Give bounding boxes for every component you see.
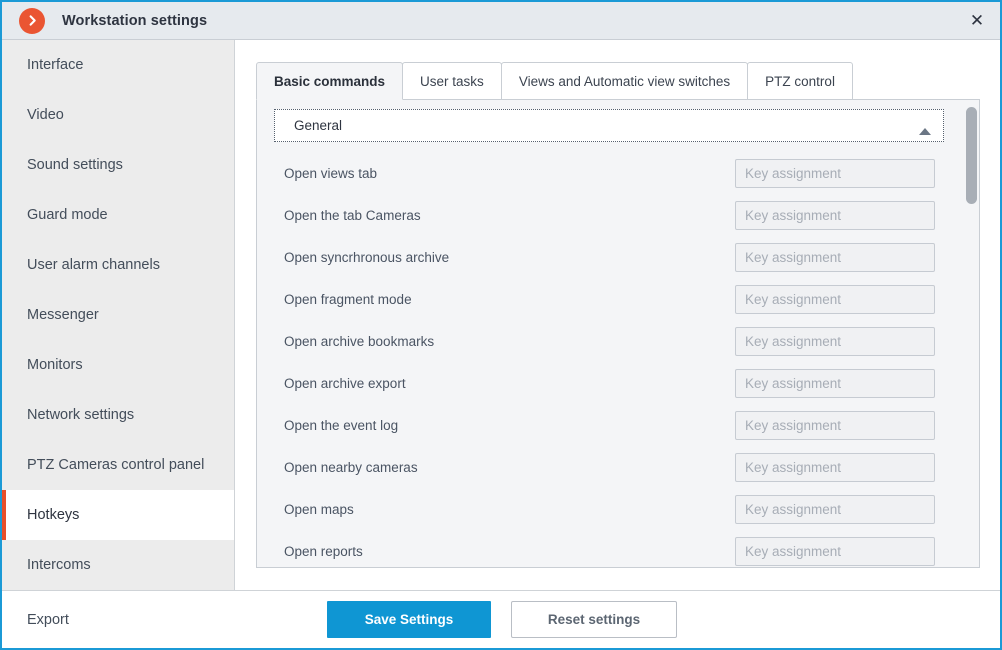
key-assignment-input[interactable] (735, 326, 935, 356)
hotkeys-content: Basic commands User tasks Views and Auto… (236, 40, 1000, 590)
vertical-scrollbar[interactable] (966, 102, 977, 565)
commands-panel: General Open views tab Open the tab Camer… (256, 99, 980, 568)
tab-basic-commands[interactable]: Basic commands (256, 62, 404, 100)
sidebar-item-video[interactable]: Video (2, 90, 234, 140)
sidebar-item-network-settings[interactable]: Network settings (2, 390, 234, 440)
sidebar-item-interface[interactable]: Interface (2, 40, 234, 90)
sidebar-item-label: Sound settings (27, 157, 123, 173)
sidebar-item-monitors[interactable]: Monitors (2, 340, 234, 390)
tab-label: Basic commands (274, 73, 386, 89)
footer-buttons: Save Settings Reset settings (327, 601, 677, 638)
sidebar-item-export[interactable]: Export (2, 591, 235, 648)
command-label: Open syncrhronous archive (284, 249, 450, 265)
group-title: General (294, 118, 343, 133)
sidebar-item-messenger[interactable]: Messenger (2, 290, 234, 340)
tab-views-and-automatic-view-switches[interactable]: Views and Automatic view switches (500, 62, 749, 100)
command-row: Open archive bookmarks (257, 326, 957, 356)
chevron-right-circle-icon (19, 7, 45, 34)
sidebar-item-label: Guard mode (27, 207, 108, 223)
footer-bar: Export Save Settings Reset settings (2, 590, 1000, 648)
command-row: Open reports (257, 536, 957, 566)
triangle-up-icon (919, 128, 931, 135)
sidebar-item-label: Export (27, 611, 69, 628)
command-row: Open nearby cameras (257, 452, 957, 482)
sidebar-item-sound-settings[interactable]: Sound settings (2, 140, 234, 190)
sidebar-item-label: Video (27, 107, 64, 123)
key-assignment-input[interactable] (735, 536, 935, 566)
sidebar-item-intercoms[interactable]: Intercoms (2, 540, 234, 590)
key-assignment-input[interactable] (735, 242, 935, 272)
sidebar-item-label: User alarm channels (27, 257, 160, 273)
tab-user-tasks[interactable]: User tasks (402, 62, 502, 100)
command-label: Open views tab (284, 165, 378, 181)
sidebar-item-ptz-cameras-control-panel[interactable]: PTZ Cameras control panel (2, 440, 234, 490)
command-row: Open maps (257, 494, 957, 524)
sidebar-item-label: Hotkeys (27, 507, 80, 523)
command-label: Open nearby cameras (284, 459, 418, 475)
commands-scroll-area: General Open views tab Open the tab Camer… (257, 100, 979, 567)
tab-label: User tasks (420, 73, 484, 89)
command-row: Open archive export (257, 368, 957, 398)
command-label: Open maps (284, 501, 354, 517)
command-label: Open reports (284, 543, 363, 559)
settings-sidebar: Interface Video Sound settings Guard mod… (2, 40, 235, 590)
sidebar-item-label: Network settings (27, 407, 135, 423)
command-row: Open the event log (257, 410, 957, 440)
command-label: Open the event log (284, 417, 399, 433)
workstation-settings-window: Workstation settings ✕ Interface Video S… (0, 0, 1002, 650)
close-icon[interactable]: ✕ (954, 2, 1000, 39)
sidebar-item-guard-mode[interactable]: Guard mode (2, 190, 234, 240)
window-title: Workstation settings (62, 12, 208, 29)
sidebar-item-label: Intercoms (27, 557, 91, 573)
command-row: Open views tab (257, 158, 957, 188)
command-row: Open fragment mode (257, 284, 957, 314)
sidebar-item-hotkeys[interactable]: Hotkeys (2, 490, 234, 540)
tab-label: PTZ control (765, 73, 835, 89)
command-label: Open archive export (284, 375, 406, 391)
sidebar-item-label: Interface (27, 57, 84, 73)
save-settings-button[interactable]: Save Settings (327, 601, 491, 638)
sidebar-item-label: Messenger (27, 307, 99, 323)
key-assignment-input[interactable] (735, 410, 935, 440)
window-body: Interface Video Sound settings Guard mod… (2, 40, 1000, 590)
sidebar-item-label: Monitors (27, 357, 83, 373)
tab-bar: Basic commands User tasks Views and Auto… (256, 62, 853, 100)
command-label: Open the tab Cameras (284, 207, 421, 223)
key-assignment-input[interactable] (735, 158, 935, 188)
reset-settings-button[interactable]: Reset settings (511, 601, 677, 638)
key-assignment-input[interactable] (735, 284, 935, 314)
key-assignment-input[interactable] (735, 452, 935, 482)
tab-ptz-control[interactable]: PTZ control (747, 62, 853, 100)
key-assignment-input[interactable] (735, 368, 935, 398)
command-label: Open archive bookmarks (284, 333, 435, 349)
command-row: Open syncrhronous archive (257, 242, 957, 272)
key-assignment-input[interactable] (735, 494, 935, 524)
key-assignment-input[interactable] (735, 200, 935, 230)
command-row: Open the tab Cameras (257, 200, 957, 230)
tab-label: Views and Automatic view switches (518, 73, 731, 89)
title-bar: Workstation settings ✕ (2, 2, 1000, 40)
sidebar-item-label: PTZ Cameras control panel (27, 457, 205, 473)
sidebar-item-user-alarm-channels[interactable]: User alarm channels (2, 240, 234, 290)
scrollbar-thumb[interactable] (966, 107, 977, 204)
group-header-general[interactable]: General (274, 109, 944, 142)
command-label: Open fragment mode (284, 291, 412, 307)
